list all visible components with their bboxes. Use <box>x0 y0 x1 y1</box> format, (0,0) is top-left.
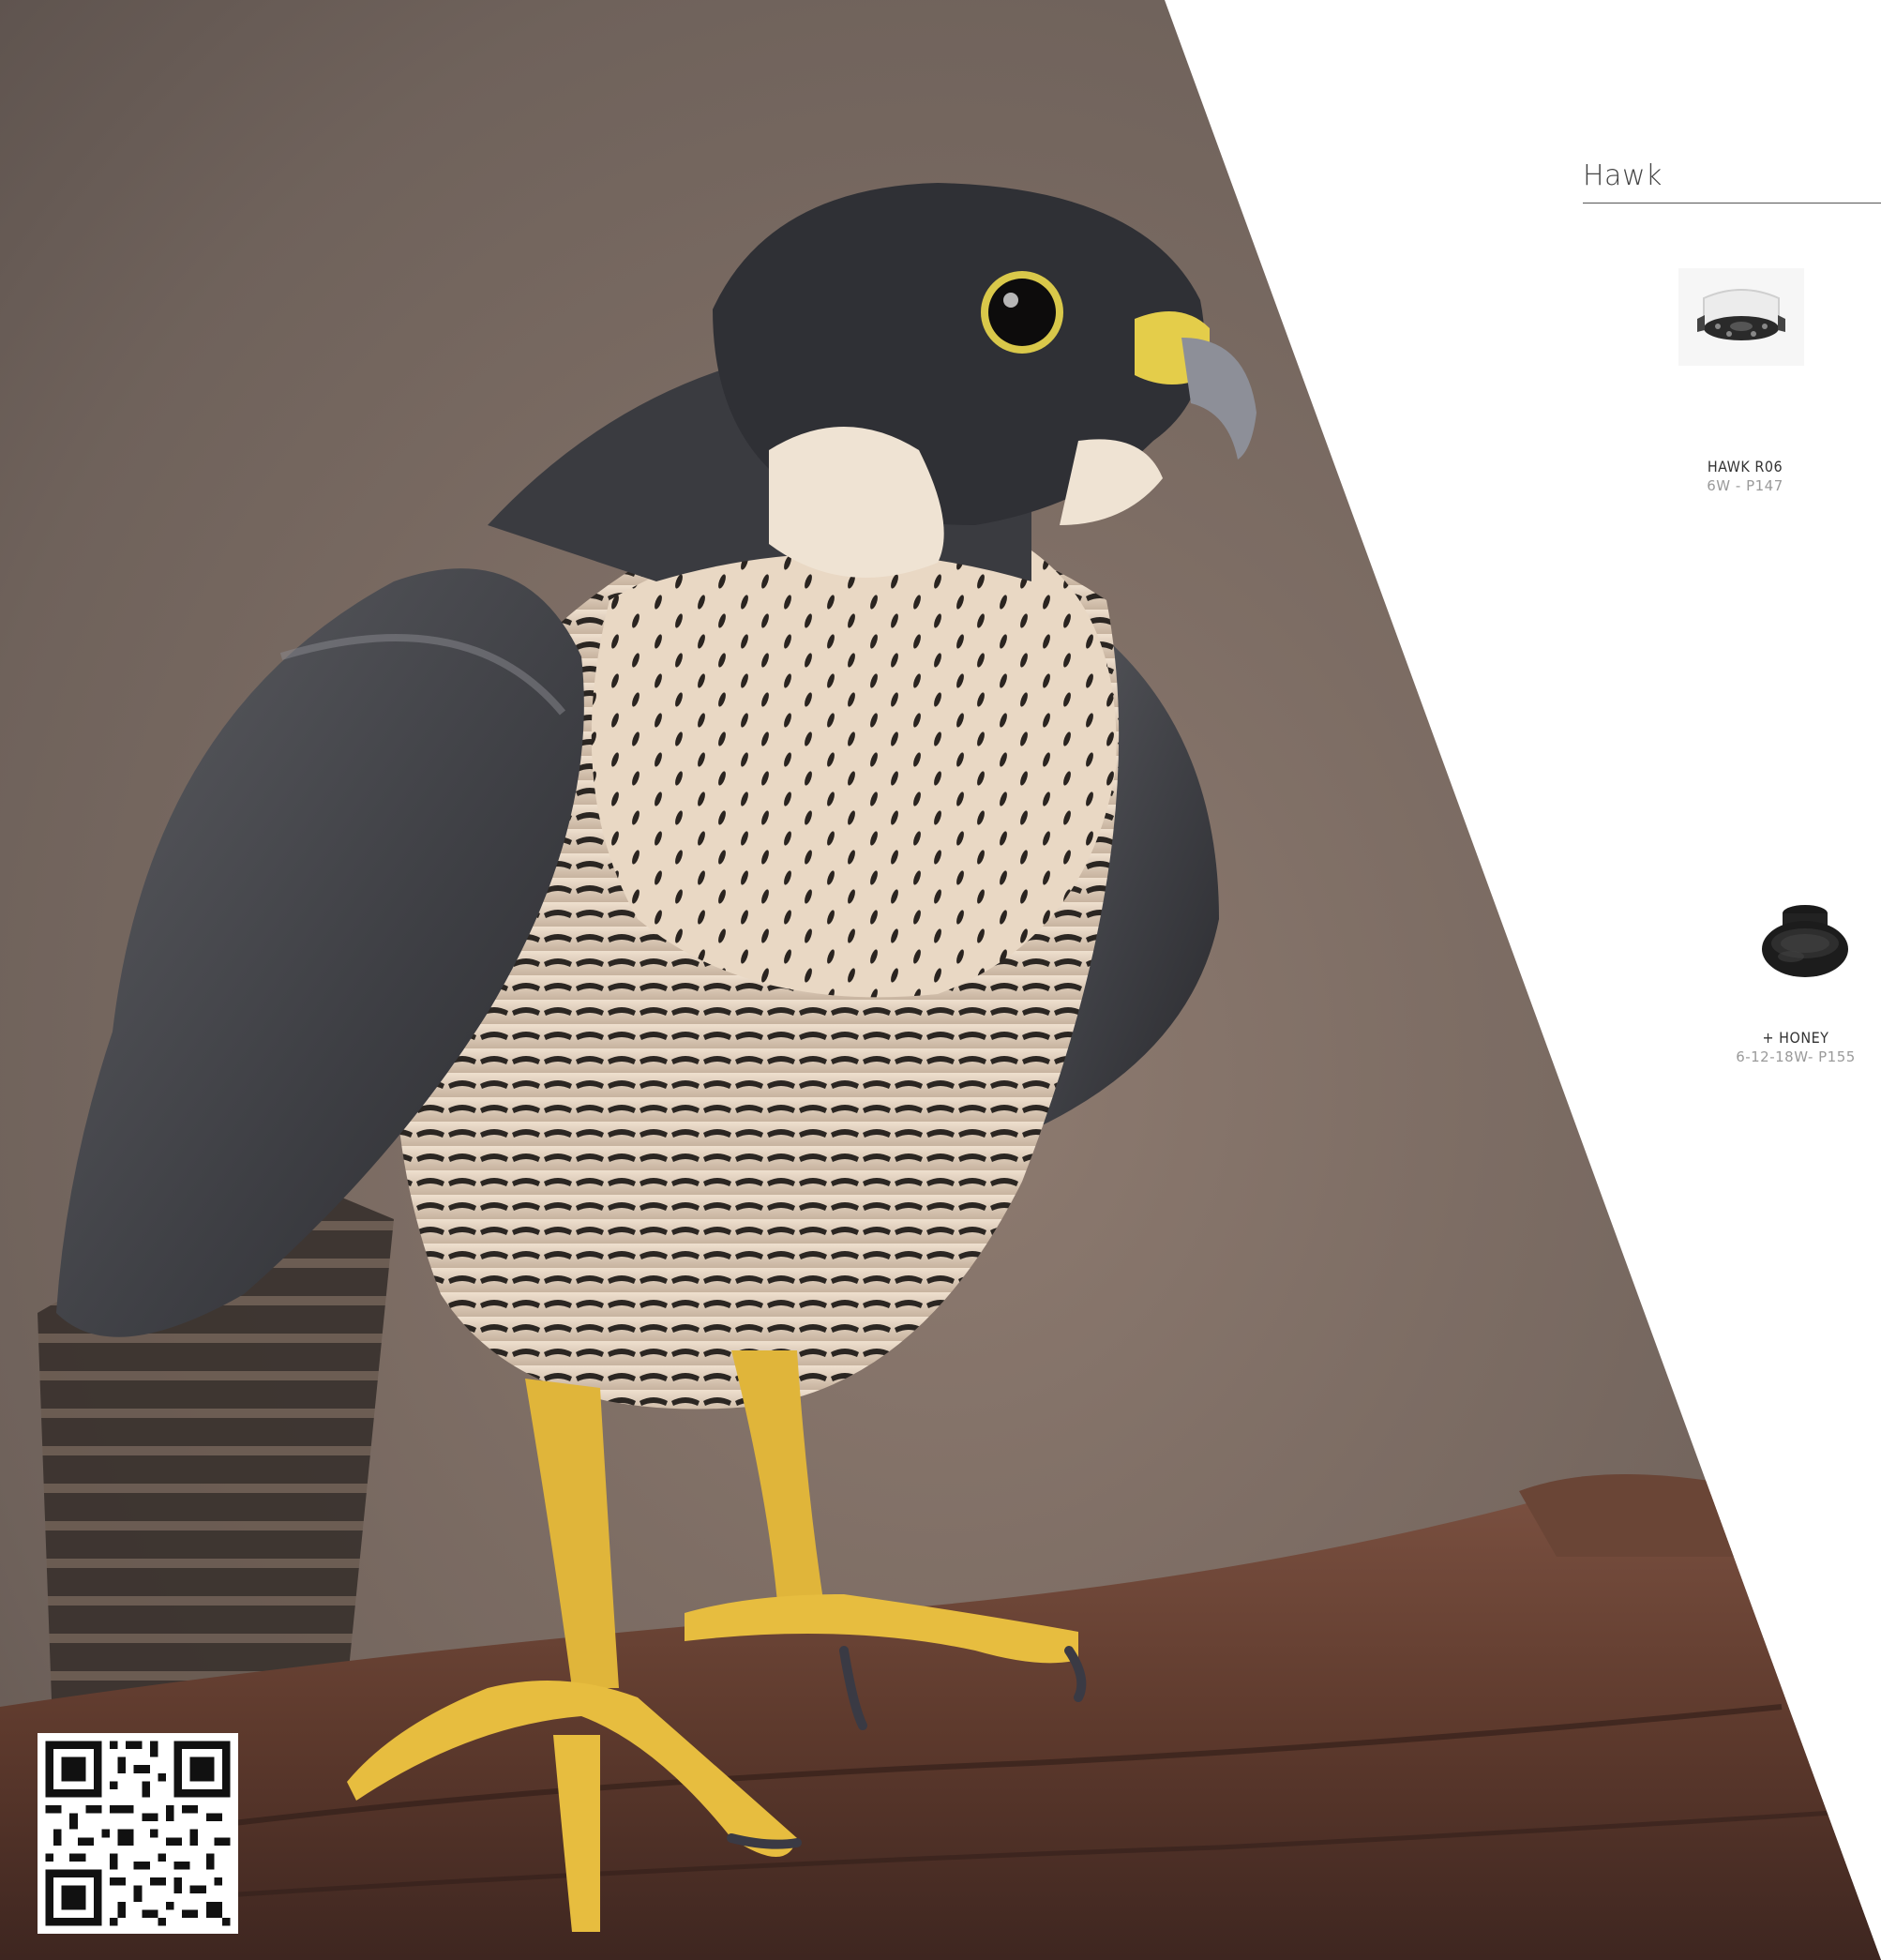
catalog-page: Hawk HAWK R06 6W - P147 + HONEY 6-12-18W… <box>0 0 1881 1960</box>
product-honey: + HONEY 6-12-18W- P155 <box>1683 1029 1881 1065</box>
qr-code-icon[interactable] <box>38 1733 238 1934</box>
title-divider <box>1583 203 1881 204</box>
product-name: + HONEY <box>1762 1029 1829 1047</box>
falcon-photo <box>0 0 1881 1960</box>
honeycomb-accessory-black-icon <box>1753 891 1866 994</box>
product-name: HAWK R06 <box>1707 458 1783 475</box>
section-title: Hawk <box>1583 159 1663 192</box>
falcon-illustration <box>0 183 1881 1960</box>
product-hawk-r06: HAWK R06 6W - P147 <box>1633 458 1858 494</box>
product-spec: 6-12-18W- P155 <box>1736 1048 1856 1065</box>
recessed-downlight-white-icon <box>1671 261 1812 373</box>
product-spec: 6W - P147 <box>1707 477 1783 494</box>
